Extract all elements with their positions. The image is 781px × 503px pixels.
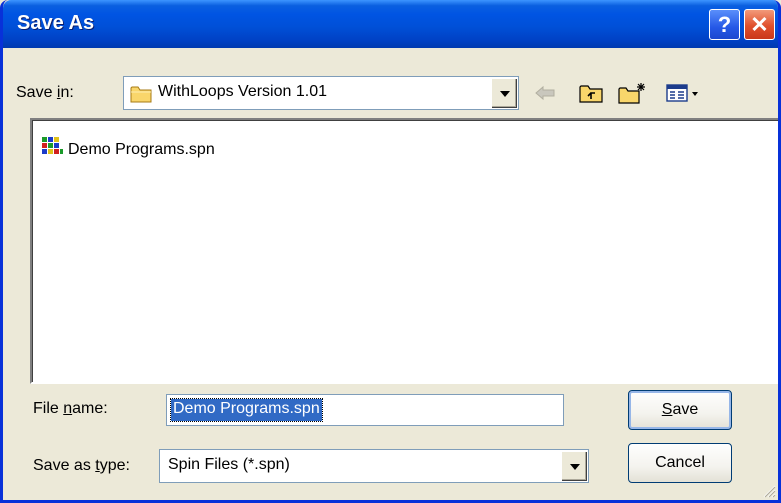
save-as-type-dropdown[interactable]: Spin Files (*.spn): [159, 449, 589, 483]
file-name-label-prefix: File: [33, 400, 64, 417]
save-as-type-value: Spin Files (*.spn): [168, 456, 290, 473]
cancel-button-label: Cancel: [655, 454, 705, 471]
file-name-input[interactable]: Demo Programs.spn: [166, 394, 564, 426]
save-as-type-label-prefix: Save as: [33, 457, 96, 474]
list-item[interactable]: Demo Programs.spn: [40, 136, 215, 163]
view-menu-icon[interactable]: [659, 78, 711, 108]
file-list[interactable]: Demo Programs.spn: [30, 118, 778, 384]
title-bar[interactable]: Save As ? ✕: [3, 0, 778, 48]
save-in-label-suffix: n:: [60, 84, 74, 101]
resize-grip-icon[interactable]: [762, 484, 776, 498]
help-button[interactable]: ?: [709, 9, 740, 40]
dialog-title: Save As: [17, 12, 95, 34]
save-as-type-label: Save as type:: [33, 457, 130, 475]
save-in-dropdown-arrow[interactable]: [491, 78, 517, 108]
chevron-down-icon: [569, 463, 580, 470]
save-in-value: WithLoops Version 1.01: [158, 83, 327, 100]
save-in-label: Save in:: [16, 84, 74, 102]
file-name-label-accel: n: [63, 400, 73, 417]
folder-icon: [130, 84, 154, 109]
file-name-label: File name:: [33, 400, 108, 418]
file-name-label-suffix: ame:: [72, 400, 108, 417]
up-one-level-icon[interactable]: [576, 78, 606, 108]
create-new-folder-icon[interactable]: [617, 78, 647, 108]
save-in-dropdown[interactable]: WithLoops Version 1.01: [123, 76, 519, 110]
file-name: Demo Programs.spn: [68, 140, 215, 158]
save-button-accel: S: [661, 401, 673, 418]
close-icon: ✕: [750, 11, 769, 37]
back-arrow-icon[interactable]: [530, 78, 560, 108]
save-button[interactable]: Save: [628, 390, 732, 430]
save-as-type-dropdown-arrow[interactable]: [561, 451, 587, 481]
close-button[interactable]: ✕: [744, 9, 775, 40]
chevron-down-icon: [499, 90, 510, 97]
save-in-label-prefix: Save: [16, 84, 57, 101]
save-button-label: ave: [672, 401, 699, 418]
file-name-selected-text: Demo Programs.spn: [170, 398, 323, 422]
save-as-type-label-suffix: ype:: [99, 457, 130, 474]
spin-file-icon: [40, 136, 64, 163]
help-icon: ?: [717, 11, 732, 37]
save-as-dialog: Save As ? ✕ Save in: WithLoops Version 1…: [0, 0, 781, 503]
cancel-button[interactable]: Cancel: [628, 443, 732, 483]
